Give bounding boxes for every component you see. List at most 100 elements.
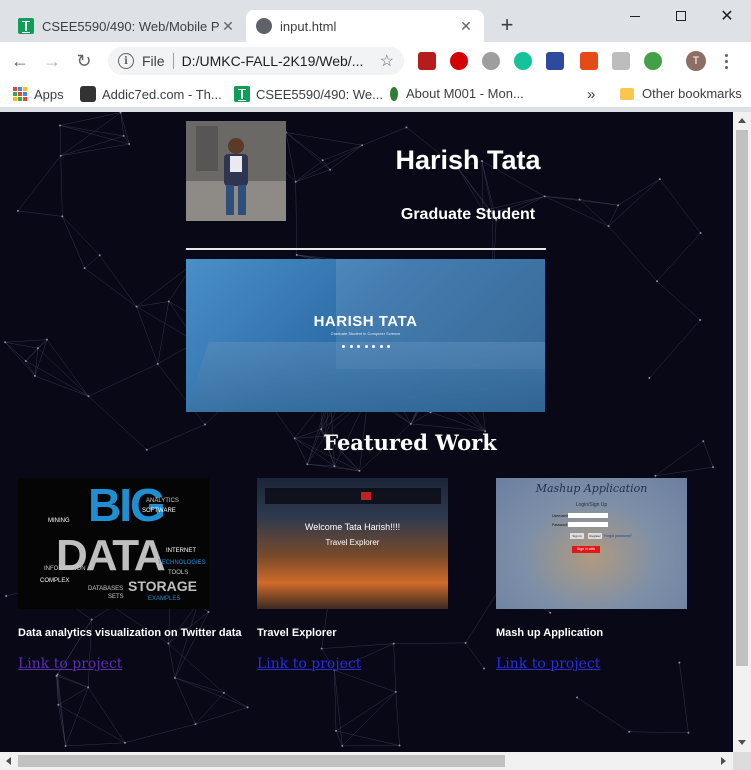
tab-title: input.html [280, 18, 337, 34]
thumb-word: TOOLS [168, 570, 189, 576]
leaf-icon [390, 86, 398, 101]
page-viewport: Harish Tata Graduate Student HARISH TATA… [0, 112, 733, 752]
scroll-left-icon[interactable] [6, 757, 11, 765]
thumb-title: Mashup Application [535, 482, 648, 495]
social-icon [357, 345, 360, 348]
vertical-scroll-thumb[interactable] [736, 130, 748, 666]
grammarly-icon[interactable] [514, 52, 532, 70]
back-button[interactable]: ← [8, 49, 32, 73]
font-icon[interactable] [612, 52, 630, 70]
divider [186, 248, 546, 250]
zotero-icon[interactable] [546, 52, 564, 70]
bookmark-label: About M001 - Mon... [406, 86, 524, 101]
acrobat-icon[interactable] [418, 52, 436, 70]
info-icon[interactable]: i [118, 53, 134, 69]
hero-social-icons [342, 345, 390, 348]
tab-strip: CSEE5590/490: Web/Mobile Prog ✕ input.ht… [0, 0, 751, 42]
tab-title: CSEE5590/490: Web/Mobile Prog [42, 18, 220, 34]
other-bookmarks-label: Other bookmarks [642, 86, 742, 101]
addic7ed-icon [80, 86, 96, 102]
new-tab-button[interactable]: + [496, 14, 518, 37]
page-content: Harish Tata Graduate Student HARISH TATA… [0, 112, 733, 752]
work-card-mashup: Mashup Application Login/Sign Up Usernam… [496, 478, 726, 673]
thumb-username-field [568, 513, 608, 518]
social-icon [379, 345, 383, 348]
reload-button[interactable]: ↻ [72, 49, 96, 73]
horizontal-scrollbar[interactable] [0, 752, 733, 770]
thumb-word: TECHNOLOGIES [158, 560, 206, 566]
sheets-icon [18, 18, 34, 34]
vertical-scrollbar[interactable] [733, 112, 751, 752]
profile-photo [186, 121, 286, 221]
scroll-up-icon[interactable] [738, 118, 746, 123]
thumb-storage-text: STORAGE [128, 578, 197, 594]
thumb-navbar [265, 488, 441, 504]
scroll-right-icon[interactable] [721, 757, 726, 765]
bookmark-csee5590[interactable]: CSEE5590/490: We... [234, 86, 383, 102]
thumb-word: SETS [108, 594, 124, 600]
project-link[interactable]: Link to project [496, 656, 600, 672]
hero-banner: HARISH TATA Graduate Student in Computer… [186, 259, 545, 412]
address-bar[interactable]: i File D:/UMKC-FALL-2K19/Web/... ☆ [108, 47, 404, 75]
bookmark-star-icon[interactable]: ☆ [380, 51, 394, 71]
reload-icon: ↻ [76, 50, 92, 71]
globe-extension-icon[interactable] [644, 52, 662, 70]
other-bookmarks[interactable]: Other bookmarks [620, 86, 742, 101]
social-icon [387, 345, 390, 348]
bookmark-label: Apps [34, 86, 64, 102]
work-title: Mash up Application [496, 627, 604, 639]
thumb-register-button: Register [588, 533, 602, 539]
divider [172, 53, 174, 69]
bookmarks-bar: Apps Addic7ed.com - Th... CSEE5590/490: … [0, 80, 751, 108]
close-icon: ✕ [720, 8, 734, 25]
tab-input-html[interactable]: input.html ✕ [246, 10, 484, 42]
close-window-button[interactable]: ✕ [704, 0, 750, 32]
bookmarks-overflow[interactable]: » [587, 86, 595, 103]
maximize-icon [676, 11, 686, 21]
minimize-icon [630, 15, 640, 17]
thumb-login-text: Login/Sign Up [575, 502, 608, 508]
scrollbar-corner [733, 752, 751, 770]
forward-button[interactable]: → [40, 49, 64, 73]
menu-icon[interactable] [716, 51, 736, 71]
arrow-right-icon: → [43, 50, 61, 71]
adblock-icon[interactable] [450, 52, 468, 70]
close-icon[interactable]: ✕ [220, 18, 236, 35]
thumb-word: EXAMPLES [148, 596, 181, 602]
bookmark-m001[interactable]: About M001 - Mon... [386, 86, 524, 101]
thumb-word: ANALYTICS [146, 498, 179, 504]
sheets-icon [234, 86, 250, 102]
maximize-button[interactable] [658, 0, 704, 32]
thumb-big-text: BIG [88, 479, 166, 531]
subtitle: Graduate Student [400, 206, 536, 223]
project-link[interactable]: Link to project [18, 656, 122, 672]
work-thumbnail: Welcome Tata Harish!!!! Travel Explorer [257, 478, 448, 609]
url-scheme: File [142, 53, 165, 69]
bookmark-addic7ed[interactable]: Addic7ed.com - Th... [80, 86, 222, 102]
project-link[interactable]: Link to project [257, 656, 361, 672]
apps-grid-icon [12, 86, 28, 102]
work-title: Travel Explorer [257, 627, 337, 639]
horizontal-scroll-thumb[interactable] [18, 755, 505, 767]
thumb-username-label: Username [552, 514, 569, 518]
globe-icon [256, 18, 272, 34]
bookmark-apps[interactable]: Apps [12, 86, 64, 102]
social-icon [349, 345, 353, 348]
profile-avatar[interactable]: T [686, 51, 706, 71]
thumb-signin-button: Sign in [570, 533, 584, 539]
hero-title: HARISH TATA [313, 313, 418, 330]
arrow-left-icon: ← [11, 50, 29, 71]
hero-laptop-shape [186, 342, 545, 412]
hero-subtitle: Graduate Student in Computer Science [330, 331, 401, 336]
social-icon [342, 345, 345, 348]
minimize-button[interactable] [612, 0, 658, 32]
close-icon[interactable]: ✕ [458, 18, 474, 35]
work-card-data-analytics: BIG DATA STORAGE SOFTWARE TECHNOLOGIES D… [18, 478, 248, 673]
offline-icon[interactable] [580, 52, 598, 70]
scroll-down-icon[interactable] [738, 740, 746, 745]
url-text[interactable]: D:/UMKC-FALL-2K19/Web/... [182, 53, 380, 69]
ghostery-icon[interactable] [482, 52, 500, 70]
tab-csee5590[interactable]: CSEE5590/490: Web/Mobile Prog ✕ [8, 10, 246, 42]
thumb-forgot-link: Forgot password? [604, 534, 633, 538]
work-card-travel-explorer: Welcome Tata Harish!!!! Travel Explorer … [257, 478, 487, 673]
